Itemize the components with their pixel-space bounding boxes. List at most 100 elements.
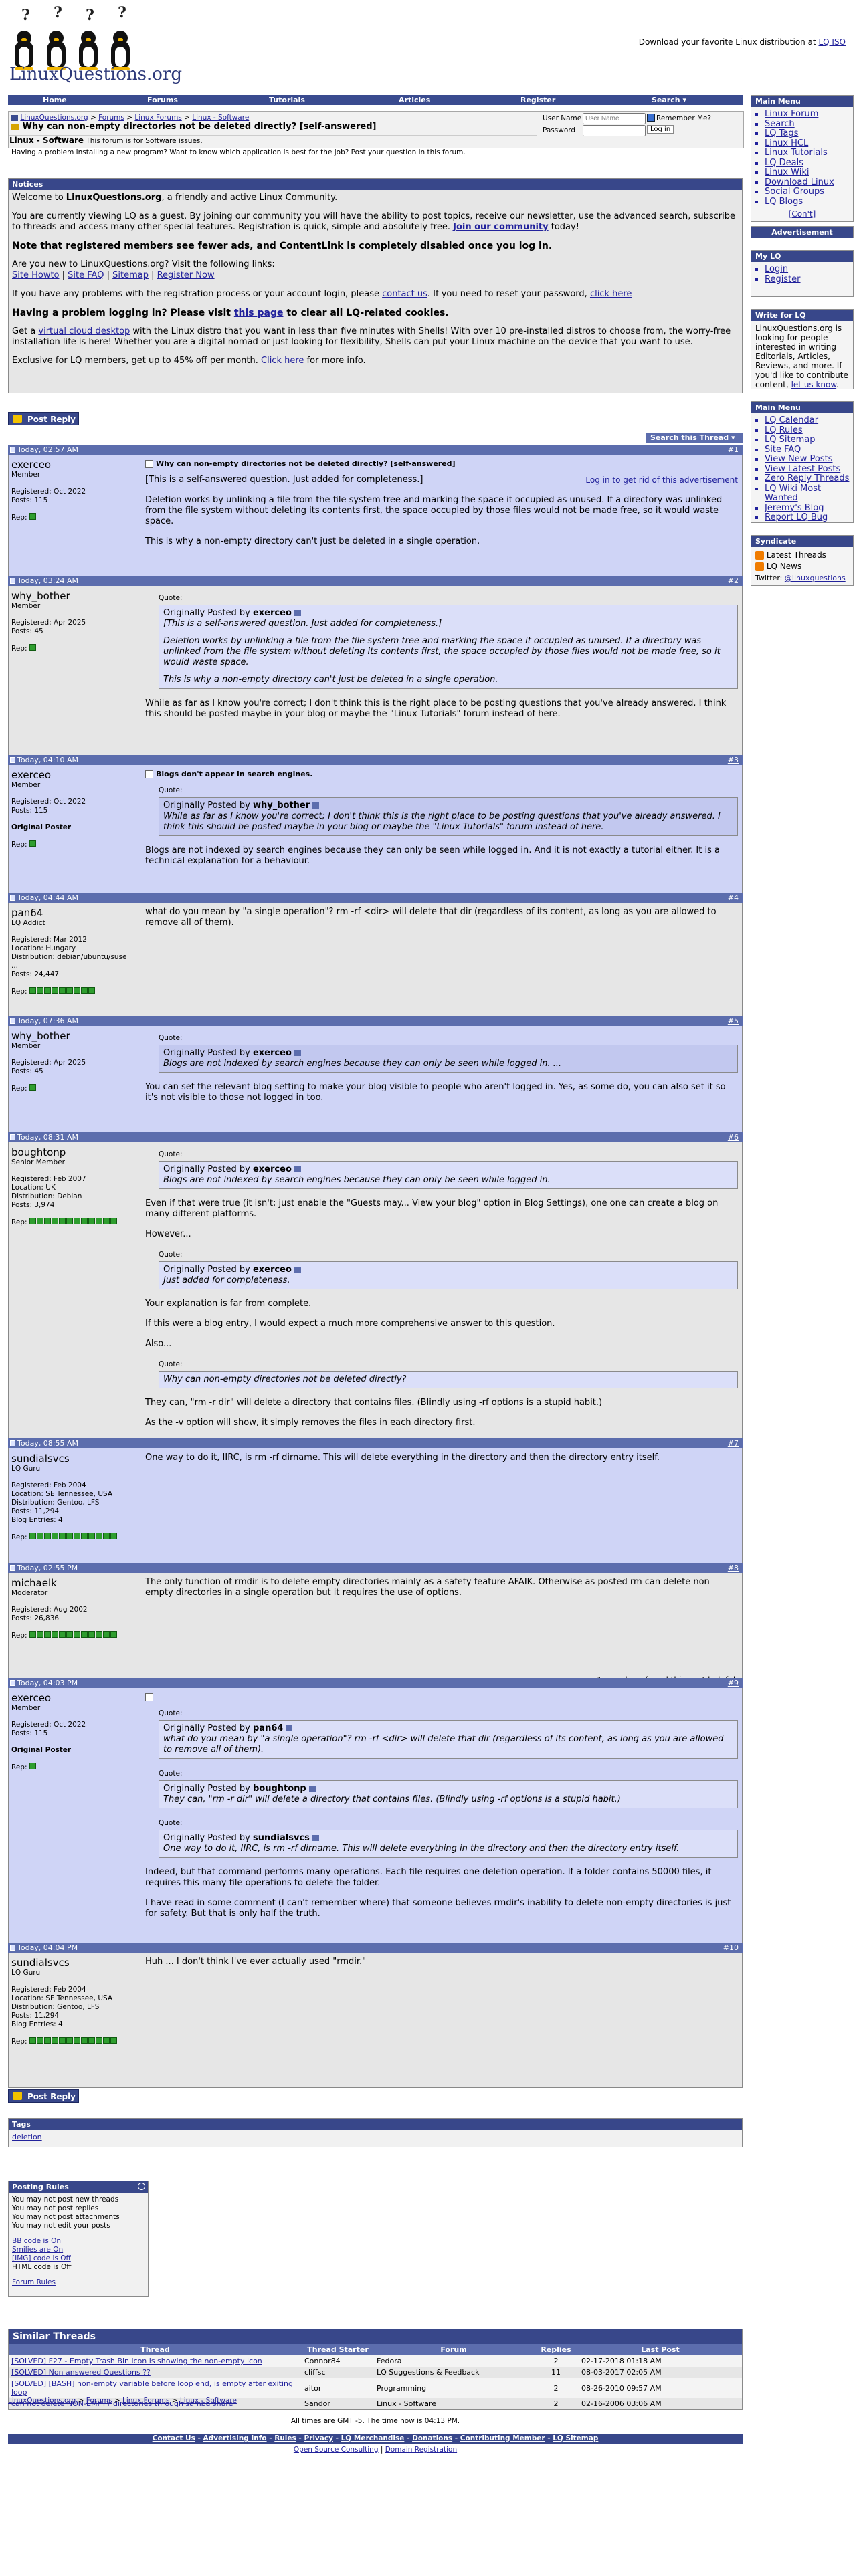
view-post-icon[interactable] [294, 1267, 301, 1273]
sidebar-item[interactable]: Linux Tutorials [765, 148, 853, 158]
virtual-desktop-link[interactable]: virtual cloud desktop [38, 326, 130, 336]
post-number-link[interactable]: #7 [728, 1439, 739, 1448]
sidebar-login-link[interactable]: Login [765, 264, 788, 274]
username[interactable]: boughtonp [11, 1146, 132, 1158]
img-code-link[interactable]: [IMG] code is Off [12, 2254, 145, 2263]
post-number-link[interactable]: #1 [728, 445, 739, 454]
sidebar-item[interactable]: Report LQ Bug [765, 512, 853, 523]
sidebar-item[interactable]: Download Linux [765, 177, 853, 188]
view-post-icon[interactable] [294, 610, 301, 616]
let-us-know-link[interactable]: let us know [791, 380, 837, 389]
username[interactable]: exerceo [11, 459, 132, 471]
site-logo[interactable]: ? ? ? ? LinuxQuestions.org [8, 4, 182, 84]
view-post-icon[interactable] [312, 1835, 319, 1841]
open-source-consulting-link[interactable]: Open Source Consulting [294, 2446, 379, 2454]
username-input[interactable] [583, 113, 646, 124]
nav-forums[interactable]: Forums [147, 96, 178, 104]
reset-password-link[interactable]: click here [590, 289, 632, 299]
sitemap-link[interactable]: Sitemap [112, 270, 149, 280]
post-number-link[interactable]: #2 [728, 576, 739, 585]
sidebar-item[interactable]: Search [765, 119, 853, 130]
feed-lq-news[interactable]: LQ News [755, 561, 849, 572]
sidebar-item[interactable]: LQ Rules [765, 425, 853, 436]
sidebar-item[interactable]: Social Groups [765, 187, 853, 197]
sidebar-item[interactable]: Jeremy's Blog [765, 503, 853, 514]
breadcrumb-link[interactable]: Linux - Software [192, 114, 249, 122]
sidebar-item[interactable]: LQ Sitemap [765, 435, 853, 445]
breadcrumb-link[interactable]: LinuxQuestions.org [8, 2397, 76, 2405]
breadcrumb-link[interactable]: Linux - Software [180, 2397, 237, 2405]
post-number-link[interactable]: #9 [728, 1679, 739, 1687]
sidebar-item[interactable]: Zero Reply Threads [765, 473, 853, 484]
breadcrumb-link[interactable]: Forums [98, 114, 124, 122]
username[interactable]: sundialsvcs [11, 1453, 132, 1465]
thread-cell[interactable]: [SOLVED] [BASH] non-empty variable befor… [9, 2378, 302, 2398]
sidebar-item[interactable]: LQ Blogs [765, 197, 853, 207]
sidebar-item[interactable]: LQ Wiki Most Wanted [765, 484, 853, 504]
password-input[interactable] [583, 125, 646, 136]
post-reply-button[interactable]: Post Reply [8, 412, 79, 425]
post-number-link[interactable]: #10 [723, 1943, 739, 1952]
footer-link[interactable]: LQ Merchandise [341, 2434, 405, 2442]
sidebar-item[interactable]: LQ Deals [765, 158, 853, 169]
view-post-icon[interactable] [294, 1050, 301, 1056]
search-thread-button[interactable]: Search this Thread ▾ [646, 433, 743, 443]
thread-cell[interactable]: [SOLVED] Non answered Questions ?? [9, 2367, 302, 2378]
remember-checkbox[interactable] [647, 114, 655, 122]
sidebar-item[interactable]: Linux Wiki [765, 167, 853, 178]
login-button[interactable]: Log in [647, 125, 674, 134]
footer-link[interactable]: LQ Sitemap [553, 2434, 598, 2442]
sidebar-item[interactable]: LQ Calendar [765, 415, 853, 426]
breadcrumb-link[interactable]: Linux Forums [134, 114, 181, 122]
bb-code-link[interactable]: BB code is On [12, 2237, 145, 2246]
join-link[interactable]: Join our community [453, 222, 549, 232]
username[interactable]: why_bother [11, 590, 132, 602]
username[interactable]: sundialsvcs [11, 1957, 132, 1969]
site-howto-link[interactable]: Site Howto [12, 270, 60, 280]
collapse-icon[interactable] [138, 2183, 145, 2190]
post-number-link[interactable]: #8 [728, 1564, 739, 1572]
username[interactable]: pan64 [11, 907, 132, 919]
post-reply-button-bottom[interactable]: Post Reply [8, 2089, 79, 2103]
feed-latest-threads[interactable]: Latest Threads [755, 550, 849, 561]
domain-registration-link[interactable]: Domain Registration [385, 2446, 457, 2454]
sidebar-register-link[interactable]: Register [765, 274, 801, 284]
sidebar-item[interactable]: LQ Tags [765, 128, 853, 139]
breadcrumb-link[interactable]: LinuxQuestions.org [20, 114, 88, 122]
post-number-link[interactable]: #3 [728, 756, 739, 764]
ad-notice[interactable]: Log in to get rid of this advertisement [585, 475, 738, 486]
register-now-link[interactable]: Register Now [157, 270, 215, 280]
footer-link[interactable]: Rules [274, 2434, 296, 2442]
footer-link[interactable]: Privacy [304, 2434, 332, 2442]
post-number-link[interactable]: #5 [728, 1016, 739, 1025]
view-post-icon[interactable] [294, 1166, 301, 1172]
nav-articles[interactable]: Articles [399, 96, 430, 104]
sidebar-item[interactable]: Linux Forum [765, 109, 853, 120]
lq-iso-link[interactable]: LQ ISO [818, 37, 846, 47]
site-faq-link[interactable]: Site FAQ [68, 270, 104, 280]
nav-register[interactable]: Register [520, 96, 555, 104]
smilies-link[interactable]: Smilies are On [12, 2246, 145, 2254]
click-here-link[interactable]: Click here [261, 356, 304, 366]
post-number-link[interactable]: #4 [728, 893, 739, 902]
post-number-link[interactable]: #6 [728, 1133, 739, 1142]
sidebar-item[interactable]: View Latest Posts [765, 464, 853, 475]
nav-search[interactable]: Search ▾ [652, 96, 686, 104]
view-post-icon[interactable] [312, 802, 320, 809]
footer-link[interactable]: Donations [412, 2434, 452, 2442]
sidebar-item[interactable]: Site FAQ [765, 445, 853, 455]
forum-rules-link[interactable]: Forum Rules [12, 2278, 56, 2286]
view-post-icon[interactable] [286, 1725, 293, 1731]
breadcrumb-link[interactable]: Linux Forums [122, 2397, 169, 2405]
footer-link[interactable]: Contributing Member [460, 2434, 545, 2442]
nav-tutorials[interactable]: Tutorials [269, 96, 305, 104]
tag-link[interactable]: deletion [12, 2133, 42, 2141]
sidebar-cont-link[interactable]: [Con't] [789, 209, 816, 219]
contact-us-link[interactable]: contact us [382, 289, 427, 299]
username[interactable]: why_bother [11, 1030, 132, 1042]
username[interactable]: michaelk [11, 1577, 132, 1589]
view-post-icon[interactable] [308, 1786, 316, 1792]
twitter-link[interactable]: @linuxquestions [785, 574, 846, 582]
thread-cell[interactable]: [SOLVED] F27 - Empty Trash Bin icon is s… [9, 2355, 302, 2367]
sidebar-item[interactable]: Linux HCL [765, 138, 853, 149]
